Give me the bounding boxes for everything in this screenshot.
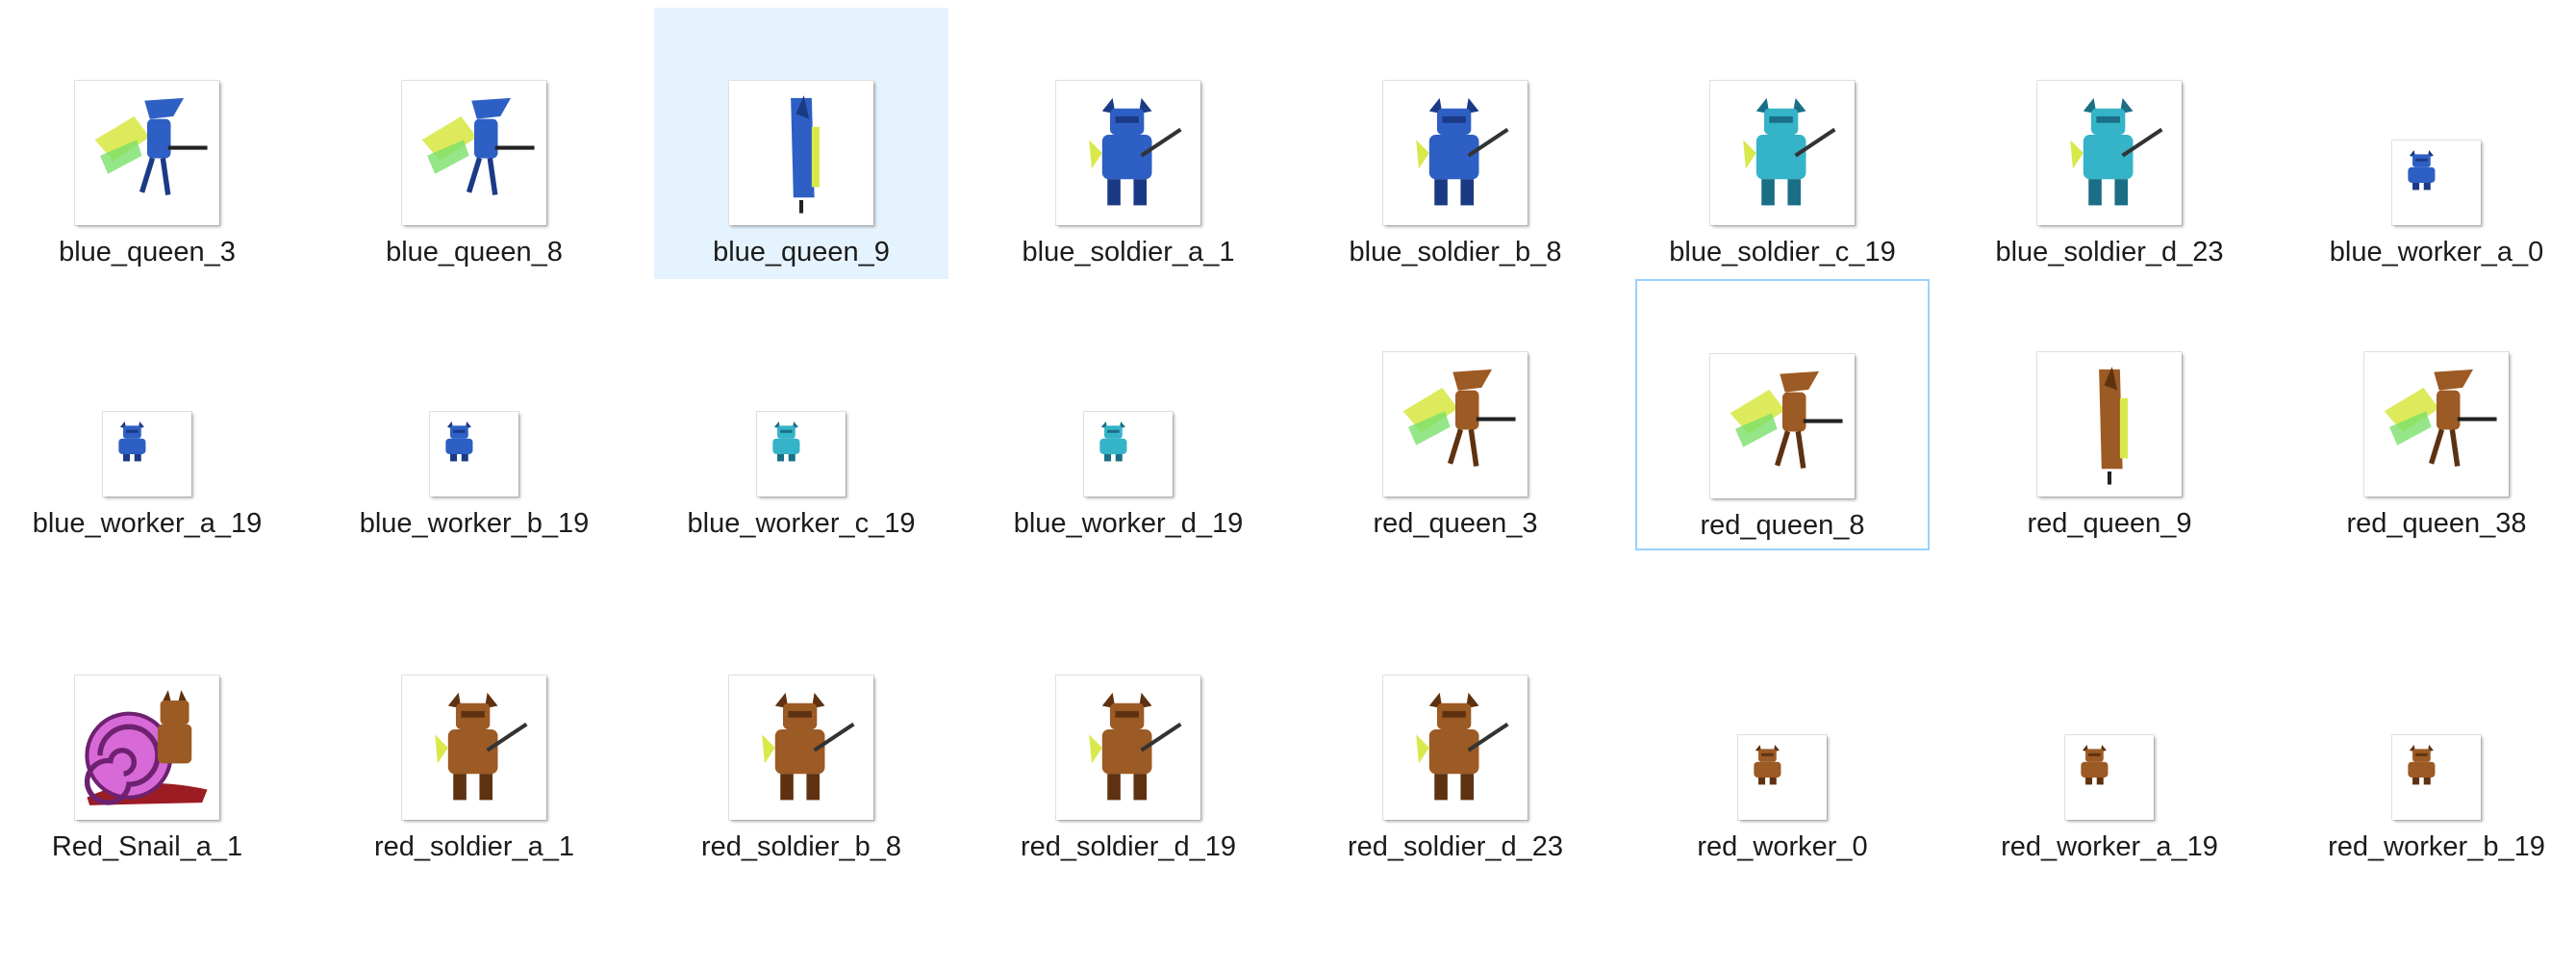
red-queen-sprite-icon xyxy=(1383,352,1528,497)
file-name-label: red_soldier_d_19 xyxy=(1020,831,1237,862)
file-item[interactable]: blue_worker_a_0 xyxy=(2289,8,2576,279)
thumbnail-area xyxy=(2289,656,2576,820)
file-item[interactable]: red_soldier_d_23 xyxy=(1308,602,1603,874)
file-item[interactable]: blue_soldier_c_19 xyxy=(1635,8,1930,279)
thumbnail-area xyxy=(1308,62,1603,225)
file-name-label: blue_worker_d_19 xyxy=(1013,508,1244,539)
file-grid: blue_queen_3 blue_queen_8 blue_queen_9 blue… xyxy=(0,0,2576,969)
blue-soldier-sprite-icon xyxy=(1383,81,1528,225)
red-soldier-sprite-icon xyxy=(1056,676,1200,820)
file-name-label: red_queen_9 xyxy=(2027,508,2192,539)
thumbnail-area xyxy=(981,656,1275,820)
file-item[interactable]: red_worker_a_19 xyxy=(1962,602,2257,874)
file-item[interactable]: blue_worker_d_19 xyxy=(981,279,1275,550)
file-name-label: blue_worker_a_0 xyxy=(2329,237,2544,268)
red-worker-sprite-icon xyxy=(2392,735,2481,820)
file-name-label: blue_queen_9 xyxy=(713,237,890,268)
red-queen-sprite-icon xyxy=(2364,352,2509,497)
thumbnail-area xyxy=(2289,62,2576,225)
thumbnail-area xyxy=(1962,656,2257,820)
file-item[interactable]: red_soldier_a_1 xyxy=(327,602,621,874)
blue-queen-sprite-icon xyxy=(75,81,219,225)
thumbnail-area xyxy=(0,62,294,225)
red-queen-sprite-icon xyxy=(2037,352,2182,497)
thumbnail-area xyxy=(2289,333,2576,497)
thumbnail-area xyxy=(0,656,294,820)
file-name-label: blue_worker_c_19 xyxy=(687,508,916,539)
thumbnail-area xyxy=(327,333,621,497)
file-item[interactable]: red_worker_b_19 xyxy=(2289,602,2576,874)
file-item[interactable]: red_worker_0 xyxy=(1635,602,1930,874)
file-name-label: red_soldier_d_23 xyxy=(1347,831,1564,862)
file-item[interactable]: red_queen_3 xyxy=(1308,279,1603,550)
thumbnail-area xyxy=(1635,656,1930,820)
file-item[interactable]: blue_worker_a_19 xyxy=(0,279,294,550)
blue-soldier-sprite-icon xyxy=(2037,81,2182,225)
file-name-label: red_soldier_b_8 xyxy=(701,831,901,862)
red-soldier-sprite-icon xyxy=(729,676,873,820)
file-item[interactable]: blue_worker_c_19 xyxy=(654,279,948,550)
file-name-label: Red_Snail_a_1 xyxy=(51,831,243,862)
thumbnail-area xyxy=(981,333,1275,497)
thumbnail-area xyxy=(1962,62,2257,225)
file-item[interactable]: red_queen_8 xyxy=(1635,279,1930,550)
file-name-label: red_worker_a_19 xyxy=(2001,831,2218,862)
file-name-label: red_worker_b_19 xyxy=(2328,831,2545,862)
file-item[interactable]: blue_queen_9 xyxy=(654,8,948,279)
file-name-label: blue_soldier_c_19 xyxy=(1669,237,1896,268)
thumbnail-area xyxy=(1308,333,1603,497)
file-name-label: red_queen_8 xyxy=(1700,510,1865,541)
thumbnail-area xyxy=(981,62,1275,225)
file-name-label: blue_soldier_b_8 xyxy=(1349,237,1562,268)
file-item[interactable]: Red_Snail_a_1 xyxy=(0,602,294,874)
blue-worker-sprite-icon xyxy=(1084,412,1173,497)
thumbnail-area xyxy=(327,656,621,820)
red-queen-sprite-icon xyxy=(1710,354,1855,498)
thumbnail-area xyxy=(654,62,948,225)
file-name-label: red_worker_0 xyxy=(1697,831,1868,862)
blue-worker-sprite-icon xyxy=(2392,140,2481,225)
blue-worker-sprite-icon xyxy=(430,412,518,497)
file-item[interactable]: red_queen_38 xyxy=(2289,279,2576,550)
file-item[interactable]: blue_queen_3 xyxy=(0,8,294,279)
file-item[interactable]: blue_queen_8 xyxy=(327,8,621,279)
thumbnail-area xyxy=(1635,62,1930,225)
file-name-label: red_queen_3 xyxy=(1373,508,1538,539)
file-name-label: blue_worker_b_19 xyxy=(359,508,590,539)
blue-soldier-sprite-icon xyxy=(1056,81,1200,225)
blue-soldier-sprite-icon xyxy=(1710,81,1855,225)
blue-queen-sprite-icon xyxy=(729,81,873,225)
thumbnail-area xyxy=(654,333,948,497)
red-worker-sprite-icon xyxy=(2065,735,2154,820)
blue-queen-sprite-icon xyxy=(402,81,546,225)
file-item[interactable]: blue_soldier_d_23 xyxy=(1962,8,2257,279)
red-worker-sprite-icon xyxy=(1738,735,1827,820)
thumbnail-area xyxy=(1637,335,1928,498)
blue-worker-sprite-icon xyxy=(103,412,191,497)
file-item[interactable]: red_queen_9 xyxy=(1962,279,2257,550)
file-name-label: blue_soldier_a_1 xyxy=(1022,237,1235,268)
thumbnail-area xyxy=(1308,656,1603,820)
file-item[interactable]: red_soldier_b_8 xyxy=(654,602,948,874)
thumbnail-area xyxy=(1962,333,2257,497)
file-name-label: blue_soldier_d_23 xyxy=(1995,237,2224,268)
red-snail-sprite-icon xyxy=(75,676,219,820)
file-name-label: red_soldier_a_1 xyxy=(374,831,574,862)
file-name-label: blue_queen_3 xyxy=(59,237,236,268)
file-name-label: red_queen_38 xyxy=(2346,508,2527,539)
file-name-label: blue_queen_8 xyxy=(386,237,563,268)
file-item[interactable]: red_soldier_d_19 xyxy=(981,602,1275,874)
red-soldier-sprite-icon xyxy=(1383,676,1528,820)
file-item[interactable]: blue_worker_b_19 xyxy=(327,279,621,550)
thumbnail-area xyxy=(327,62,621,225)
thumbnail-area xyxy=(654,656,948,820)
file-item[interactable]: blue_soldier_b_8 xyxy=(1308,8,1603,279)
file-item[interactable]: blue_soldier_a_1 xyxy=(981,8,1275,279)
file-name-label: blue_worker_a_19 xyxy=(32,508,263,539)
thumbnail-area xyxy=(0,333,294,497)
red-soldier-sprite-icon xyxy=(402,676,546,820)
blue-worker-sprite-icon xyxy=(757,412,846,497)
